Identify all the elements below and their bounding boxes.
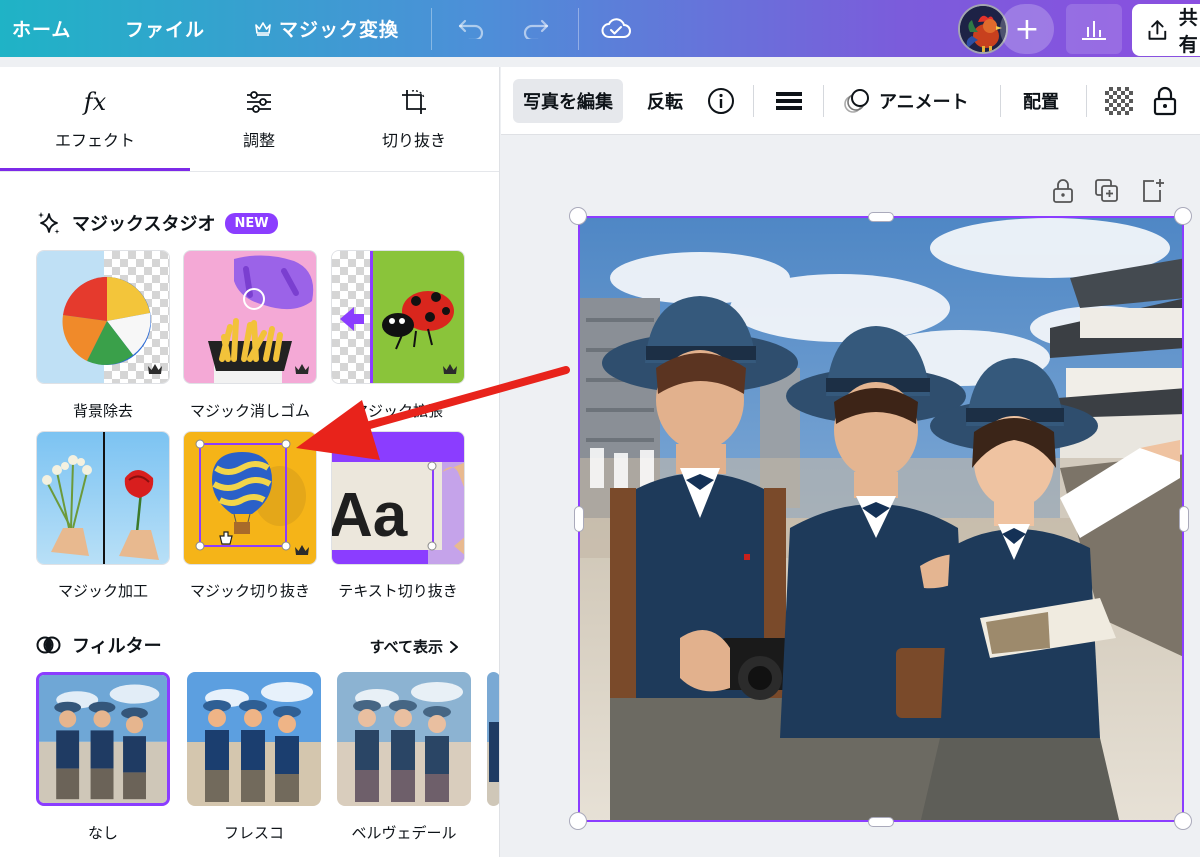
divider xyxy=(823,85,824,117)
filter-none-tile[interactable] xyxy=(36,672,170,806)
panel-tabs: fx エフェクト 調整 切り抜き xyxy=(0,67,499,171)
bg-remover-tile[interactable] xyxy=(36,250,170,384)
resize-handle-bottom[interactable] xyxy=(868,817,894,827)
border-style-button[interactable] xyxy=(775,79,803,123)
filter-none-label: なし xyxy=(87,824,118,842)
magic-studio-header: マジックスタジオ NEW xyxy=(36,210,278,236)
add-page-icon[interactable] xyxy=(1140,178,1166,204)
lock-button[interactable] xyxy=(1153,79,1177,123)
animate-label: アニメート xyxy=(879,92,969,113)
filter-fresco-tile[interactable] xyxy=(187,672,321,806)
tab-adjust-label: 調整 xyxy=(242,131,275,150)
magic-eraser-tile[interactable] xyxy=(183,250,317,384)
divider xyxy=(1086,85,1087,117)
magic-eraser-label: マジック消しゴム xyxy=(189,402,310,420)
animate-button[interactable]: アニメート xyxy=(843,79,969,123)
magic-switch-menu[interactable]: マジック変換 xyxy=(255,0,399,57)
unlock-icon[interactable] xyxy=(1052,178,1074,204)
animate-icon xyxy=(844,89,869,113)
info-icon xyxy=(708,88,734,114)
filter-next-tile[interactable] xyxy=(487,672,499,806)
filter-fresco-label: フレスコ xyxy=(223,824,284,842)
crown-icon xyxy=(255,21,271,36)
magic-studio-title: マジックスタジオ xyxy=(72,214,216,235)
text-cutout-label: テキスト切り抜き xyxy=(338,582,458,600)
position-button[interactable]: 配置 xyxy=(1023,79,1059,123)
info-button[interactable] xyxy=(707,79,735,123)
resize-handle-bottom-right[interactable] xyxy=(1174,812,1192,830)
cloud-saved-icon[interactable] xyxy=(600,12,632,44)
lock-icon xyxy=(1153,86,1177,116)
resize-handle-left[interactable] xyxy=(574,506,584,532)
context-toolbar: 写真を編集 反転 アニメート 配置 xyxy=(501,67,1200,135)
crown-icon xyxy=(295,545,309,555)
resize-handle-top-right[interactable] xyxy=(1174,207,1192,225)
flip-button[interactable]: 反転 xyxy=(647,79,683,123)
crown-icon xyxy=(148,364,162,374)
magic-grab-label: マジック切り抜き xyxy=(189,582,310,600)
undo-icon[interactable] xyxy=(455,12,487,44)
text-cutout-tile[interactable]: Aa xyxy=(331,431,465,565)
selected-photo[interactable] xyxy=(578,216,1184,822)
magic-edit-tile[interactable] xyxy=(36,431,170,565)
magic-expand-label: マジック拡張 xyxy=(352,402,443,420)
page-actions xyxy=(1052,178,1166,204)
effects-panel: fx エフェクト 調整 切り抜き マジックスタジオ NEW 背景除去 マジック消… xyxy=(0,67,500,857)
bar-chart-icon xyxy=(1082,21,1106,40)
magic-edit-label: マジック加工 xyxy=(57,582,148,600)
home-menu[interactable]: ホーム xyxy=(12,0,71,57)
filters-header: フィルター xyxy=(36,632,162,658)
edit-photo-button[interactable]: 写真を編集 xyxy=(513,79,623,123)
divider xyxy=(1000,85,1001,117)
resize-handle-bottom-left[interactable] xyxy=(569,812,587,830)
magic-switch-label: マジック変換 xyxy=(279,19,400,41)
fx-icon: fx xyxy=(83,88,107,116)
crown-icon xyxy=(443,364,457,374)
transparency-icon xyxy=(1105,87,1133,115)
crown-icon xyxy=(295,364,309,374)
filter-belvedere-label: ベルヴェデール xyxy=(351,824,457,842)
divider xyxy=(0,171,499,172)
crop-icon xyxy=(400,87,428,117)
divider xyxy=(578,8,579,50)
magic-grab-tile[interactable] xyxy=(183,431,317,565)
tab-effects[interactable]: fx エフェクト xyxy=(0,67,190,171)
bg-remover-label: 背景除去 xyxy=(72,402,133,420)
add-collaborator-button[interactable]: + xyxy=(1000,4,1054,54)
divider xyxy=(431,8,432,50)
redo-icon[interactable] xyxy=(520,12,552,44)
see-all-filters-link[interactable]: すべて表示 xyxy=(370,636,459,657)
file-menu[interactable]: ファイル xyxy=(125,0,205,57)
top-bar: ホーム ファイル マジック変換 + 共有 xyxy=(0,0,1200,57)
tab-crop-label: 切り抜き xyxy=(381,131,446,150)
border-lines-icon xyxy=(776,92,802,110)
resize-handle-top-left[interactable] xyxy=(569,207,587,225)
see-all-label: すべて表示 xyxy=(369,638,443,656)
filter-belvedere-tile[interactable] xyxy=(337,672,471,806)
chevron-right-icon xyxy=(450,640,458,653)
filters-title: フィルター xyxy=(72,636,162,657)
duplicate-page-icon[interactable] xyxy=(1094,178,1120,204)
new-badge: NEW xyxy=(225,212,278,234)
divider xyxy=(753,85,754,117)
tab-adjust[interactable]: 調整 xyxy=(190,67,328,171)
tab-crop[interactable]: 切り抜き xyxy=(345,67,483,171)
upload-icon xyxy=(1148,20,1167,40)
tab-effects-label: エフェクト xyxy=(54,131,135,150)
magic-expand-tile[interactable] xyxy=(331,250,465,384)
transparency-button[interactable] xyxy=(1105,79,1133,123)
svg-text:Aa: Aa xyxy=(332,481,408,550)
sparkle-icon xyxy=(38,212,60,234)
share-label: 共有 xyxy=(1178,7,1198,56)
plus-icon: + xyxy=(1014,11,1040,47)
insights-button[interactable] xyxy=(1066,4,1122,54)
filter-circles-icon xyxy=(36,636,61,654)
share-button[interactable]: 共有 xyxy=(1132,4,1200,56)
resize-handle-right[interactable] xyxy=(1179,506,1189,532)
resize-handle-top[interactable] xyxy=(868,212,894,222)
sliders-icon xyxy=(245,87,273,117)
